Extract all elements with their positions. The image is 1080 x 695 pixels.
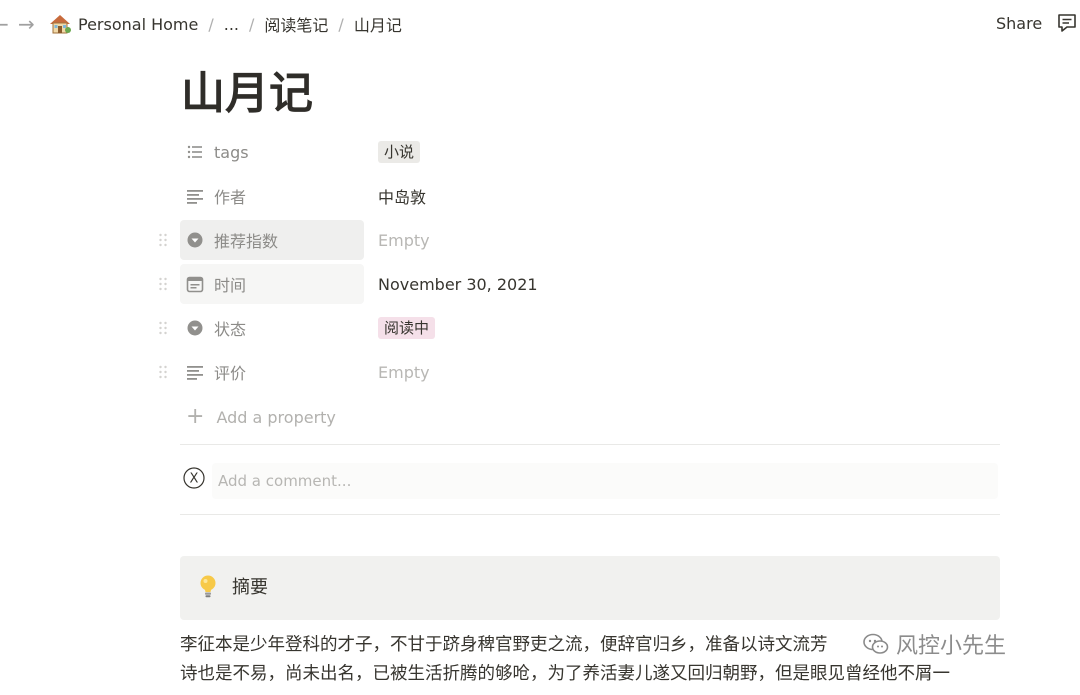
- watermark: 风控小先生: [862, 628, 1006, 660]
- add-property-button[interactable]: + Add a property: [186, 404, 336, 430]
- status-tag-pill[interactable]: 阅读中: [378, 317, 436, 339]
- divider: [180, 444, 1000, 445]
- property-label[interactable]: 时间: [180, 264, 364, 304]
- property-label[interactable]: 状态: [180, 308, 364, 348]
- select-icon: [187, 320, 203, 336]
- page-title[interactable]: 山月记: [181, 62, 313, 126]
- property-label[interactable]: tags: [180, 132, 364, 172]
- drag-handle-icon[interactable]: [158, 320, 168, 336]
- property-value[interactable]: 小说: [378, 132, 421, 172]
- wechat-logo-icon: [863, 633, 889, 654]
- property-name: 状态: [214, 320, 247, 339]
- breadcrumb-separator: /: [249, 14, 255, 34]
- property-row-date: 时间 November 30, 2021: [159, 264, 1000, 304]
- property-row-review: 评价 Empty: [159, 352, 1000, 392]
- forward-arrow-icon[interactable]: →: [18, 12, 35, 36]
- property-name: 评价: [214, 364, 247, 383]
- text-icon: [187, 190, 203, 204]
- breadcrumb-separator: /: [208, 14, 214, 34]
- breadcrumb-workspace[interactable]: Personal Home: [78, 15, 198, 34]
- select-icon: [187, 232, 203, 248]
- property-name: tags: [214, 142, 249, 162]
- property-row-tags: tags 小说: [180, 132, 1000, 172]
- property-row-status: 状态 阅读中: [159, 308, 1000, 348]
- callout-text: 摘要: [232, 577, 268, 598]
- property-value[interactable]: 中岛敦: [378, 176, 426, 216]
- back-arrow-icon[interactable]: ←: [0, 12, 9, 36]
- property-value[interactable]: November 30, 2021: [378, 264, 538, 304]
- breadcrumb-parent[interactable]: 阅读笔记: [264, 12, 328, 36]
- breadcrumb: Personal Home / ... / 阅读笔记 / 山月记: [48, 12, 402, 36]
- share-button[interactable]: Share: [996, 12, 1042, 36]
- top-bar: ← → Personal Home / ... / 阅读笔记 / 山月记 Sha…: [0, 0, 1080, 48]
- plus-icon: +: [186, 404, 205, 429]
- list-icon: [187, 145, 202, 159]
- property-value-empty[interactable]: Empty: [378, 220, 430, 260]
- property-name: 作者: [214, 188, 247, 207]
- text-icon: [187, 366, 203, 380]
- comment-input[interactable]: [212, 463, 998, 499]
- property-row-rating: 推荐指数 Empty: [159, 220, 1000, 260]
- breadcrumb-ellipsis[interactable]: ...: [224, 15, 239, 34]
- divider: [180, 514, 1000, 515]
- drag-handle-icon[interactable]: [158, 364, 168, 380]
- watermark-text: 风控小先生: [896, 634, 1007, 659]
- property-value-empty[interactable]: Empty: [378, 352, 430, 392]
- property-label[interactable]: 推荐指数: [180, 220, 364, 260]
- drag-handle-icon[interactable]: [158, 276, 168, 292]
- property-name: 时间: [214, 276, 247, 295]
- callout-block[interactable]: 摘要: [180, 556, 1000, 620]
- tag-pill[interactable]: 小说: [378, 141, 421, 163]
- property-label[interactable]: 作者: [180, 176, 364, 216]
- body-line: 诗也是不易，尚未出名，已被生活折腾的够呛，为了养活妻儿遂又回归朝野，但是眼见曾经…: [180, 664, 950, 684]
- drag-handle-icon[interactable]: [158, 232, 168, 248]
- avatar: X: [183, 467, 205, 489]
- house-icon: [50, 15, 71, 34]
- add-property-label: Add a property: [216, 407, 336, 427]
- calendar-icon: [186, 276, 204, 293]
- breadcrumb-separator: /: [338, 14, 344, 34]
- lightbulb-icon: [200, 575, 216, 598]
- property-name: 推荐指数: [214, 232, 279, 251]
- property-value[interactable]: 阅读中: [378, 308, 436, 348]
- avatar-letter: X: [190, 472, 199, 487]
- property-label[interactable]: 评价: [180, 352, 364, 392]
- property-row-author: 作者 中岛敦: [180, 176, 1000, 216]
- breadcrumb-current[interactable]: 山月记: [354, 12, 402, 36]
- comment-icon[interactable]: [1056, 12, 1078, 34]
